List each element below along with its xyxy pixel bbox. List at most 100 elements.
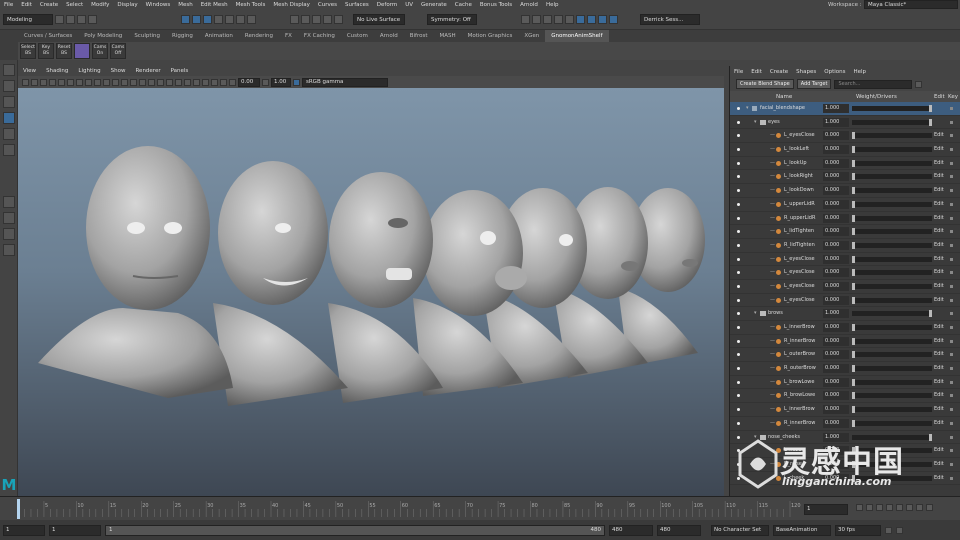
shelf-tab-fx[interactable]: FX	[279, 30, 298, 42]
weight-slider[interactable]	[852, 365, 932, 373]
visibility-icon[interactable]	[737, 271, 740, 275]
menu-file[interactable]: File	[0, 2, 17, 8]
select-by-object-icon[interactable]	[192, 15, 201, 24]
shape-editor-menu-help[interactable]: Help	[849, 69, 870, 75]
weight-slider[interactable]	[852, 132, 932, 140]
shelf-tab-mash[interactable]: MASH	[433, 30, 461, 42]
playback-end-field[interactable]: 480	[609, 524, 653, 536]
tool-settings-icon[interactable]	[598, 15, 607, 24]
key-toggle-icon[interactable]	[950, 339, 953, 343]
filter-icon[interactable]	[915, 80, 923, 88]
edit-target-button[interactable]: Edit	[934, 324, 944, 330]
shadows-icon[interactable]	[157, 78, 164, 86]
shelf-tab-curves-surfaces[interactable]: Curves / Surfaces	[18, 30, 78, 42]
weight-slider[interactable]	[852, 351, 932, 359]
weight-field[interactable]: 0.000	[823, 240, 849, 250]
visibility-icon[interactable]	[737, 394, 740, 398]
xray-components-icon[interactable]	[220, 78, 227, 86]
weight-field[interactable]: 1.000	[823, 117, 849, 127]
menu-select[interactable]: Select	[62, 2, 87, 8]
weight-slider-handle[interactable]	[852, 173, 855, 181]
menu-display[interactable]: Display	[113, 2, 141, 8]
modeling-toolkit-icon[interactable]	[576, 15, 585, 24]
key-toggle-icon[interactable]	[950, 216, 953, 220]
visibility-icon[interactable]	[737, 243, 740, 247]
playback-start-field[interactable]: 1	[49, 524, 101, 536]
edit-target-button[interactable]: Edit	[934, 160, 944, 166]
snap-surface-icon[interactable]	[334, 15, 343, 24]
blendshape-node-row[interactable]: ▾ facial_blendshape 1.000	[730, 102, 960, 116]
expand-toggle-icon[interactable]: —	[770, 187, 775, 193]
weight-field[interactable]: 1.000	[823, 309, 849, 319]
workspace-select[interactable]: Maya Classic*	[864, 0, 958, 9]
anim-layer-select[interactable]: BaseAnimation	[773, 524, 831, 536]
key-toggle-icon[interactable]	[950, 394, 953, 398]
visibility-icon[interactable]	[737, 353, 740, 357]
snap-grid-icon[interactable]	[290, 15, 299, 24]
shape-target-row[interactable]: — L_outerBrow 0.000 Edit	[730, 348, 960, 363]
shape-editor-menu-shapes[interactable]: Shapes	[792, 69, 820, 75]
attribute-editor-icon[interactable]	[587, 15, 596, 24]
select-by-component-icon[interactable]	[203, 15, 212, 24]
key-toggle-icon[interactable]	[950, 298, 953, 302]
edit-target-button[interactable]: Edit	[934, 338, 944, 344]
shape-target-row[interactable]: — L_lookDown 0.000 Edit	[730, 184, 960, 198]
menu-surfaces[interactable]: Surfaces	[341, 2, 373, 8]
edit-target-button[interactable]: Edit	[934, 365, 944, 371]
shelf-tab-bifrost[interactable]: Bifrost	[404, 30, 434, 42]
face-icon[interactable]	[236, 15, 245, 24]
xray-icon[interactable]	[202, 78, 209, 86]
expand-toggle-icon[interactable]: —	[770, 256, 775, 262]
visibility-icon[interactable]	[737, 380, 740, 384]
viewport-menu-view[interactable]: View	[18, 68, 41, 74]
weight-field[interactable]: 0.000	[823, 131, 849, 141]
film-gate-icon[interactable]	[67, 78, 74, 86]
visibility-icon[interactable]	[737, 421, 740, 425]
viewport-menu-show[interactable]: Show	[106, 68, 131, 74]
shape-target-row[interactable]: — L_eyesClose 0.000 Edit	[730, 266, 960, 280]
visibility-icon[interactable]	[737, 367, 740, 371]
expand-toggle-icon[interactable]: —	[770, 242, 775, 248]
menu-deform[interactable]: Deform	[373, 2, 401, 8]
shape-editor-menu-file[interactable]: File	[730, 69, 747, 75]
edit-target-button[interactable]: Edit	[934, 269, 944, 275]
key-toggle-icon[interactable]	[950, 380, 953, 384]
hypershade-icon[interactable]	[565, 15, 574, 24]
layout-icon[interactable]	[3, 228, 15, 240]
shape-target-row[interactable]: — L_eyesClose 0.000 Edit	[730, 294, 960, 308]
preferences-icon[interactable]	[896, 526, 903, 534]
vertex-icon[interactable]	[214, 15, 223, 24]
weight-field[interactable]: 0.000	[823, 418, 849, 428]
visibility-icon[interactable]	[737, 107, 740, 110]
weight-slider-handle[interactable]	[852, 187, 855, 195]
range-slider-end[interactable]: 480	[591, 526, 602, 535]
resolution-gate-icon[interactable]	[76, 78, 83, 86]
key-toggle-icon[interactable]	[950, 175, 953, 179]
shelf-button-select-bs[interactable]: Select BS	[20, 43, 36, 59]
edit-target-button[interactable]: Edit	[934, 132, 944, 138]
key-toggle-icon[interactable]	[950, 257, 953, 261]
key-toggle-icon[interactable]	[950, 284, 953, 288]
shelf-tab-fx-caching[interactable]: FX Caching	[298, 30, 341, 42]
shelf-tab-custom[interactable]: Custom	[341, 30, 374, 42]
menu-windows[interactable]: Windows	[142, 2, 175, 8]
key-toggle-icon[interactable]	[950, 408, 953, 412]
weight-slider[interactable]	[852, 228, 932, 236]
weight-slider[interactable]	[852, 105, 932, 112]
weight-slider-handle[interactable]	[852, 296, 855, 304]
visibility-icon[interactable]	[737, 230, 740, 234]
weight-field[interactable]: 1.000	[823, 104, 849, 113]
weight-field[interactable]: 0.000	[823, 405, 849, 415]
expand-toggle-icon[interactable]: —	[770, 420, 775, 426]
weight-field[interactable]: 0.000	[823, 377, 849, 387]
weight-slider[interactable]	[852, 146, 932, 154]
exposure-icon[interactable]	[229, 78, 236, 86]
weight-slider-handle[interactable]	[929, 310, 932, 318]
shelf-tab-poly-modeling[interactable]: Poly Modeling	[78, 30, 128, 42]
live-surface-select[interactable]: No Live Surface	[353, 14, 405, 25]
lock-camera-icon[interactable]	[31, 78, 38, 86]
expand-toggle-icon[interactable]: —	[770, 283, 775, 289]
weight-field[interactable]: 0.000	[823, 295, 849, 305]
weight-field[interactable]: 0.000	[823, 158, 849, 168]
key-toggle-icon[interactable]	[950, 230, 953, 234]
